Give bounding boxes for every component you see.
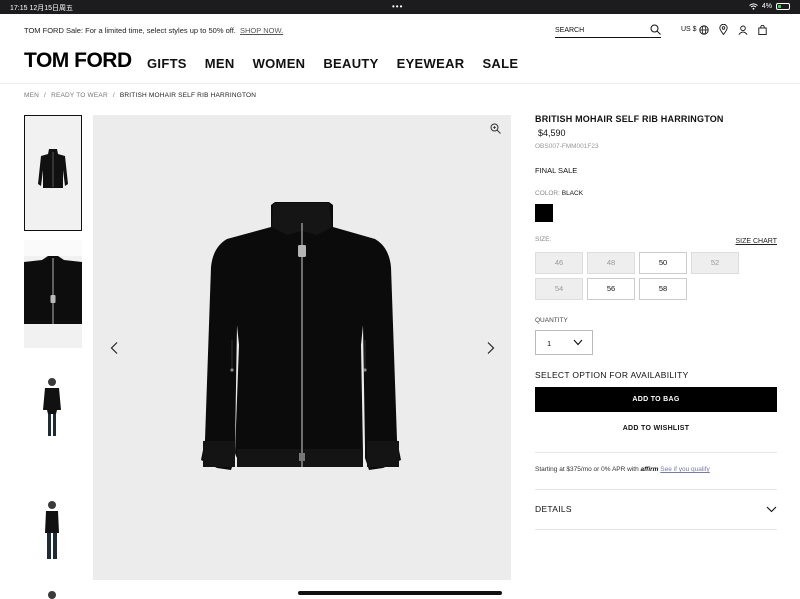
currency-selector[interactable]: US $ <box>681 24 709 35</box>
color-swatch-black[interactable] <box>535 204 553 222</box>
black-harrington-jacket-image[interactable] <box>93 115 511 580</box>
size-label: SIZE: <box>535 236 552 243</box>
details-accordion[interactable]: DETAILS <box>535 504 572 514</box>
divider <box>535 529 777 530</box>
affirm-logo: affirm <box>640 466 659 473</box>
quantity-value: 1 <box>547 339 552 348</box>
search-icon[interactable] <box>650 24 661 35</box>
product-name: BRITISH MOHAIR SELF RIB HARRINGTON <box>535 114 724 124</box>
status-time: 17:15 <box>10 5 28 12</box>
breadcrumb-separator: / <box>112 92 115 99</box>
nav-item-gifts[interactable]: GIFTS <box>147 56 187 71</box>
search-input[interactable]: SEARCH <box>555 24 661 38</box>
breadcrumb-ready-to-wear[interactable]: READY TO WEAR <box>51 92 108 99</box>
size-option-48[interactable]: 48 <box>587 252 635 274</box>
globe-icon <box>698 24 709 35</box>
jacket-zipper-detail-thumbnail[interactable] <box>24 240 82 348</box>
size-option-54[interactable]: 54 <box>535 278 583 300</box>
account-icon[interactable] <box>738 25 748 35</box>
breadcrumb-men[interactable]: MEN <box>24 92 39 99</box>
final-sale-label: FINAL SALE <box>535 166 578 175</box>
nav-item-sale[interactable]: SALE <box>482 56 518 71</box>
divider <box>535 489 777 490</box>
search-label: SEARCH <box>555 27 585 34</box>
status-bar: 17:15 12月15日周五 ••• 4% <box>0 0 800 14</box>
add-to-bag-button[interactable]: ADD TO BAG <box>535 387 777 412</box>
product-price: $4,590 <box>538 128 566 138</box>
quantity-select[interactable]: 1 <box>535 330 593 355</box>
shopping-bag-icon[interactable] <box>757 24 767 35</box>
nav-item-beauty[interactable]: BEAUTY <box>323 56 378 71</box>
divider <box>535 452 777 453</box>
quantity-label: QUANTITY <box>535 317 568 324</box>
select-option-message: SELECT OPTION FOR AVAILABILITY <box>535 370 689 380</box>
color-value: BLACK <box>561 190 584 197</box>
affirm-qualify-link[interactable]: See if you qualify <box>660 466 710 473</box>
color-label: COLOR: BLACK <box>535 190 584 197</box>
promo-banner: TOM FORD Sale: For a limited time, selec… <box>24 26 283 35</box>
nav-item-men[interactable]: MEN <box>205 56 235 71</box>
breadcrumb: MEN / READY TO WEAR / BRITISH MOHAIR SELF RI… <box>24 92 256 99</box>
home-indicator[interactable] <box>298 591 502 595</box>
breadcrumb-current: BRITISH MOHAIR SELF RIB HARRINGTON <box>119 92 257 99</box>
size-option-52[interactable]: 52 <box>691 252 739 274</box>
affirm-financing: Starting at $375/mo or 0% APR with affir… <box>535 466 710 473</box>
size-chart-link[interactable]: SIZE CHART <box>736 238 778 245</box>
chevron-down-icon[interactable] <box>766 506 777 513</box>
tom-ford-logo[interactable]: TOM FORD <box>24 49 132 73</box>
size-option-56[interactable]: 56 <box>587 278 635 300</box>
nav-item-women[interactable]: WOMEN <box>253 56 306 71</box>
model-front-thumbnail[interactable] <box>24 362 82 460</box>
battery-icon <box>776 3 790 10</box>
nav-item-eyewear[interactable]: EYEWEAR <box>397 56 465 71</box>
multitasking-dots[interactable]: ••• <box>392 2 403 11</box>
add-to-wishlist-button[interactable]: ADD TO WISHLIST <box>535 425 777 432</box>
shop-now-link[interactable]: SHOP NOW. <box>240 26 283 35</box>
breadcrumb-separator: / <box>44 92 47 99</box>
model-partial-thumbnail[interactable] <box>24 585 82 599</box>
main-nav: GIFTS MEN WOMEN BEAUTY EYEWEAR SALE <box>147 56 518 71</box>
battery-percent: 4% <box>761 3 772 10</box>
wifi-icon <box>749 3 758 10</box>
size-option-50[interactable]: 50 <box>639 252 687 274</box>
size-option-46[interactable]: 46 <box>535 252 583 274</box>
utility-nav: US $ <box>681 24 767 35</box>
affirm-text: Starting at $375/mo or 0% APR with <box>535 466 639 473</box>
currency-label: US $ <box>681 26 697 33</box>
model-side-thumbnail[interactable] <box>24 475 82 575</box>
product-sku: OBS007-FMM001F23 <box>535 143 599 150</box>
promo-text: TOM FORD Sale: For a limited time, selec… <box>24 26 236 35</box>
nav-divider <box>0 83 800 84</box>
size-option-58[interactable]: 58 <box>639 278 687 300</box>
jacket-front-thumbnail[interactable] <box>24 115 82 231</box>
chevron-down-icon <box>573 339 583 346</box>
location-pin-icon[interactable] <box>718 24 728 35</box>
status-date: 12月15日周五 <box>29 5 74 12</box>
